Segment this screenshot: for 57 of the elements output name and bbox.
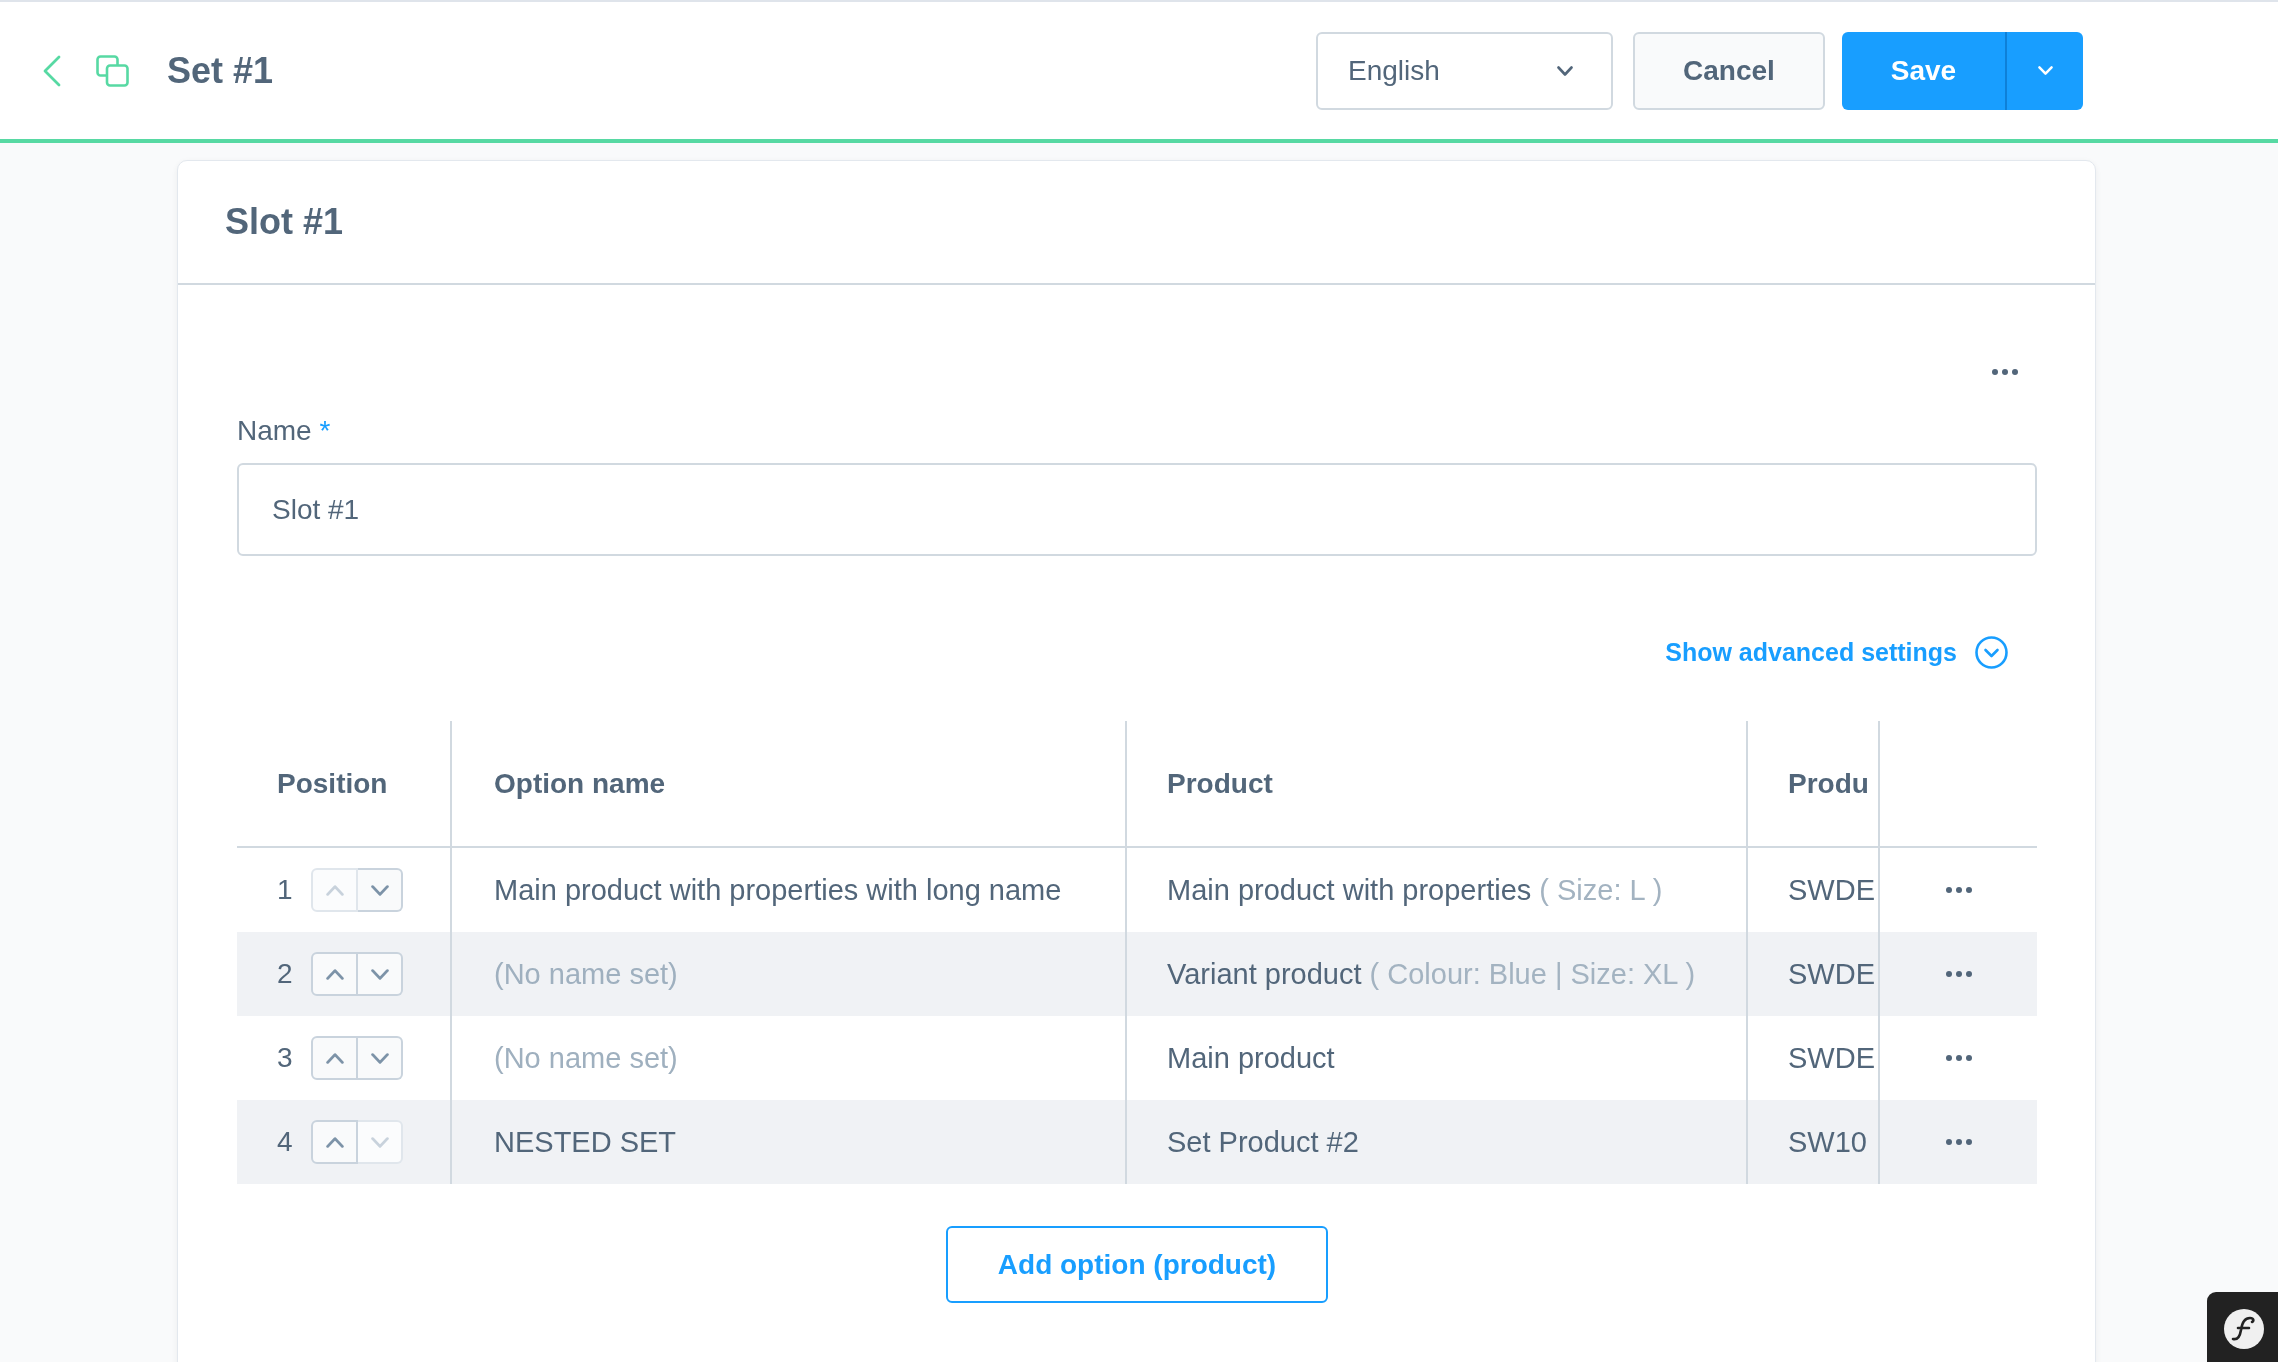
chevron-down-icon — [370, 968, 389, 980]
option-name: NESTED SET — [494, 1125, 677, 1159]
language-select[interactable]: English — [1316, 31, 1613, 110]
column-header: Position — [277, 767, 388, 800]
more-icon[interactable] — [1945, 887, 1972, 893]
chevron-left-icon[interactable] — [43, 54, 61, 87]
more-icon[interactable] — [1945, 971, 1972, 977]
chevron-down-icon — [370, 1052, 389, 1064]
move-down-button[interactable] — [358, 952, 403, 996]
copy-icon[interactable] — [96, 54, 129, 87]
option-name: Main product with properties with long name — [494, 873, 1062, 907]
field-label: Name * — [237, 414, 331, 448]
product-number: SW10 — [1788, 1125, 1867, 1159]
position-number: 1 — [277, 874, 294, 906]
advanced-settings-link[interactable]: Show advanced settings — [1665, 635, 2008, 669]
move-down-button[interactable] — [358, 1036, 403, 1080]
cancel-button[interactable]: Cancel — [1633, 31, 1825, 110]
chevron-up-icon — [325, 884, 344, 896]
move-up-button[interactable] — [311, 1120, 358, 1164]
save-button[interactable]: Save — [1842, 31, 2005, 110]
variant-properties: ( Size: L ) — [1539, 873, 1663, 907]
move-down-button[interactable] — [358, 868, 403, 912]
add-option-button[interactable]: Add option (product) — [946, 1226, 1328, 1303]
chevron-up-icon — [325, 1136, 344, 1148]
product-name: Main product with properties — [1167, 873, 1532, 907]
product-number: SWDE — [1788, 957, 1875, 991]
variant-properties: ( Colour: Blue | Size: XL ) — [1369, 957, 1696, 991]
product-name: Variant product — [1167, 957, 1362, 991]
card-title: Slot #1 — [225, 201, 344, 243]
more-icon[interactable] — [1992, 369, 2018, 375]
column-header: Option name — [494, 767, 666, 800]
more-icon[interactable] — [1945, 1055, 1972, 1061]
product-number: SWDE — [1788, 1041, 1875, 1075]
option-name: (No name set) — [494, 1041, 678, 1075]
column-header: Produ — [1788, 767, 1869, 800]
chevron-up-icon — [325, 1052, 344, 1064]
position-number: 4 — [277, 1126, 294, 1158]
move-up-button[interactable] — [311, 1036, 358, 1080]
chevron-down-icon — [2037, 66, 2053, 75]
position-number: 2 — [277, 958, 294, 990]
position-number: 3 — [277, 1042, 294, 1074]
logo-icon[interactable] — [2207, 1292, 2278, 1362]
chevron-up-icon — [325, 968, 344, 980]
chevron-down-icon — [1557, 65, 1573, 76]
page-title: Set #1 — [167, 49, 274, 92]
column-header: Product — [1167, 767, 1273, 800]
product-name: Main product — [1167, 1041, 1335, 1075]
chevron-circle-icon — [1975, 635, 2008, 669]
chevron-down-icon — [370, 1136, 389, 1148]
name-input[interactable]: Slot #1 — [237, 463, 2037, 556]
product-name: Set Product #2 — [1167, 1125, 1359, 1159]
chevron-down-icon — [370, 884, 389, 896]
more-icon[interactable] — [1945, 1139, 1972, 1145]
product-number: SWDE — [1788, 873, 1875, 907]
move-up-button[interactable] — [311, 952, 358, 996]
save-options-button[interactable] — [2005, 31, 2083, 110]
option-name: (No name set) — [494, 957, 678, 991]
